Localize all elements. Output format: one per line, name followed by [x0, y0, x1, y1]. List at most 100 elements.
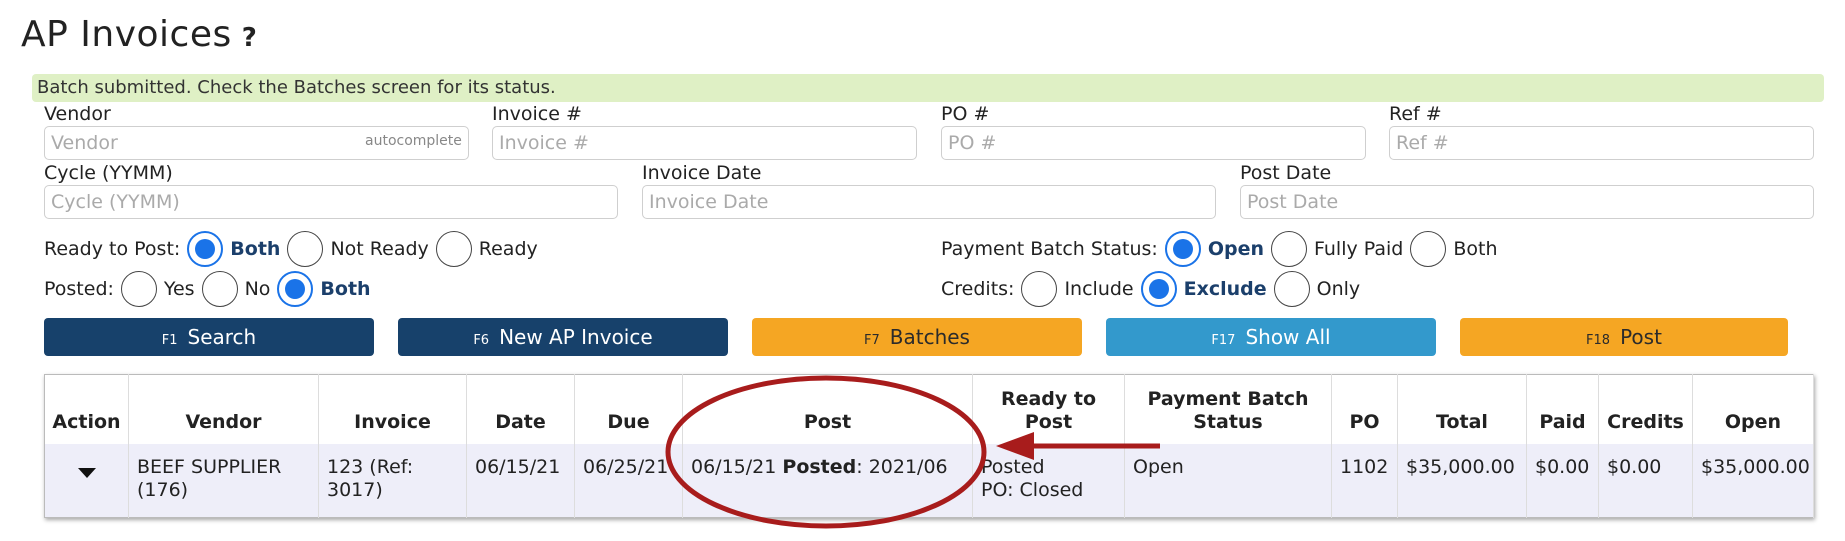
col-header-action[interactable]: Action — [44, 374, 129, 444]
posted-cycle-value: : 2021/06 — [856, 455, 948, 478]
cell-credits: $0.00 — [1598, 443, 1693, 518]
invoices-table: Action Vendor Invoice Date Due Post Read… — [44, 374, 1814, 518]
ready-not-ready-label[interactable]: Not Ready — [330, 238, 428, 260]
payment-both-label[interactable]: Both — [1453, 238, 1497, 260]
payment-fully-paid-label[interactable]: Fully Paid — [1314, 238, 1403, 260]
col-header-payment-batch-status[interactable]: Payment Batch Status — [1124, 374, 1332, 444]
cell-payment-batch-status: Open — [1124, 443, 1332, 518]
post-date-input[interactable] — [1240, 185, 1814, 219]
col-header-date[interactable]: Date — [466, 374, 575, 444]
help-icon[interactable]: ? — [242, 23, 258, 53]
payment-batch-status-label: Payment Batch Status: — [941, 238, 1158, 260]
new-ap-invoice-button[interactable]: F6 New AP Invoice — [398, 318, 728, 356]
ready-both-label[interactable]: Both — [230, 238, 280, 260]
batches-shortcut: F7 — [864, 333, 880, 348]
posted-both-label[interactable]: Both — [320, 278, 370, 300]
new-invoice-shortcut: F6 — [473, 333, 490, 348]
posted-yes-radio[interactable] — [120, 271, 157, 307]
cell-action — [44, 443, 129, 518]
cell-post: 06/15/21 Posted: 2021/06 — [682, 443, 973, 518]
ready-both-radio[interactable] — [187, 231, 224, 267]
credits-exclude-label[interactable]: Exclude — [1184, 278, 1267, 300]
credits-only-radio[interactable] — [1273, 271, 1310, 307]
col-header-post[interactable]: Post — [682, 374, 973, 444]
col-header-due[interactable]: Due — [574, 374, 683, 444]
batches-label: Batches — [889, 325, 970, 349]
post-label: Post — [1620, 325, 1662, 349]
invoice-label: Invoice # — [492, 103, 582, 125]
credits-group: Credits: Include Exclude Only — [941, 271, 1364, 307]
posted-group: Posted: Yes No Both — [44, 271, 375, 307]
show-all-shortcut: F17 — [1211, 333, 1236, 348]
payment-open-label[interactable]: Open — [1208, 238, 1264, 260]
show-all-label: Show All — [1245, 325, 1331, 349]
ready-to-post-group: Ready to Post: Both Not Ready Ready — [44, 231, 542, 267]
posted-yes-label[interactable]: Yes — [164, 278, 195, 300]
ref-label: Ref # — [1389, 103, 1442, 125]
search-button[interactable]: F1 Search — [44, 318, 374, 356]
cell-invoice: 123 (Ref: 3017) — [318, 443, 467, 518]
col-header-credits[interactable]: Credits — [1598, 374, 1693, 444]
col-header-vendor[interactable]: Vendor — [128, 374, 319, 444]
posted-no-label[interactable]: No — [245, 278, 271, 300]
cell-paid: $0.00 — [1526, 443, 1599, 518]
cycle-input[interactable] — [44, 185, 618, 219]
col-header-paid[interactable]: Paid — [1526, 374, 1599, 444]
ready-to-post-label: Ready to Post: — [44, 238, 181, 260]
po-input[interactable] — [941, 126, 1366, 160]
autocomplete-tag: autocomplete — [365, 133, 462, 149]
cell-date: 06/15/21 — [466, 443, 575, 518]
post-date-value: 06/15/21 — [691, 455, 777, 478]
show-all-button[interactable]: F17 Show All — [1106, 318, 1436, 356]
credits-exclude-radio[interactable] — [1140, 271, 1177, 307]
credits-label: Credits: — [941, 278, 1015, 300]
credits-only-label[interactable]: Only — [1317, 278, 1361, 300]
payment-open-radio[interactable] — [1164, 231, 1201, 267]
ready-status-line1: Posted — [981, 455, 1045, 478]
invoice-input[interactable] — [492, 126, 917, 160]
posted-label: Posted: — [44, 278, 114, 300]
post-date-label: Post Date — [1240, 162, 1332, 184]
status-banner: Batch submitted. Check the Batches scree… — [32, 74, 1824, 102]
cell-ready-to-post: Posted PO: Closed — [972, 443, 1125, 518]
payment-batch-status-group: Payment Batch Status: Open Fully Paid Bo… — [941, 231, 1502, 267]
invoice-date-label: Invoice Date — [642, 162, 762, 184]
ready-ready-label[interactable]: Ready — [479, 238, 538, 260]
cell-open: $35,000.00 — [1692, 443, 1814, 518]
new-ap-invoice-label: New AP Invoice — [499, 325, 653, 349]
posted-no-radio[interactable] — [201, 271, 238, 307]
cell-total: $35,000.00 — [1397, 443, 1527, 518]
po-label: PO # — [941, 103, 990, 125]
ready-status-line2: PO: Closed — [981, 478, 1084, 501]
page-title-text: AP Invoices — [21, 14, 232, 55]
page-title: AP Invoices? — [21, 14, 257, 55]
table-row[interactable]: BEEF SUPPLIER (176) 123 (Ref: 3017) 06/1… — [44, 443, 1814, 518]
ready-not-ready-radio[interactable] — [287, 231, 324, 267]
post-button[interactable]: F18 Post — [1460, 318, 1788, 356]
payment-fully-paid-radio[interactable] — [1271, 231, 1307, 267]
credits-include-label[interactable]: Include — [1064, 278, 1133, 300]
col-header-invoice[interactable]: Invoice — [318, 374, 467, 444]
col-header-total[interactable]: Total — [1397, 374, 1527, 444]
search-shortcut: F1 — [161, 333, 178, 348]
ref-input[interactable] — [1389, 126, 1814, 160]
col-header-open[interactable]: Open — [1692, 374, 1814, 444]
ready-ready-radio[interactable] — [435, 231, 472, 267]
credits-include-radio[interactable] — [1021, 271, 1058, 307]
col-header-ready-to-post[interactable]: Ready to Post — [972, 374, 1125, 444]
cell-po: 1102 — [1331, 443, 1398, 518]
vendor-label: Vendor — [44, 103, 111, 125]
posted-both-radio[interactable] — [277, 271, 314, 307]
payment-both-radio[interactable] — [1410, 231, 1447, 267]
post-shortcut: F18 — [1586, 333, 1611, 348]
invoice-date-input[interactable] — [642, 185, 1216, 219]
col-header-po[interactable]: PO — [1331, 374, 1398, 444]
posted-label-bold: Posted — [782, 455, 857, 478]
cycle-label: Cycle (YYMM) — [44, 162, 173, 184]
search-button-label: Search — [187, 325, 257, 349]
batches-button[interactable]: F7 Batches — [752, 318, 1082, 356]
cell-due: 06/25/21 — [574, 443, 683, 518]
caret-down-icon[interactable] — [77, 467, 96, 478]
table-header-row: Action Vendor Invoice Date Due Post Read… — [44, 374, 1814, 444]
cell-vendor: BEEF SUPPLIER (176) — [128, 443, 319, 518]
